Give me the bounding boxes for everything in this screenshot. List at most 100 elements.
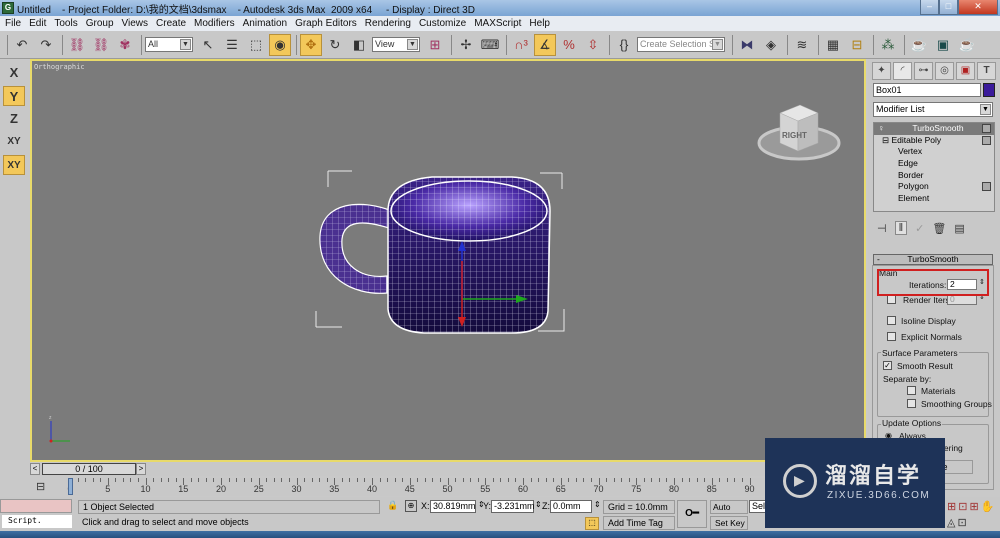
render-setup-icon[interactable]: ☕ [908,34,930,56]
show-end-result-icon[interactable]: ‖ [894,221,908,235]
pin-stack-icon[interactable]: ⊣ [877,222,887,235]
percent-snap-icon[interactable]: % [558,34,580,56]
select-object-icon[interactable]: ↖ [197,34,219,56]
stack-item-toggle[interactable] [982,182,991,192]
smoothing-groups-checkbox[interactable] [907,399,916,408]
menu-rendering[interactable]: Rendering [365,18,411,29]
utilities-tab-icon[interactable]: T [977,62,996,80]
render-iters-checkbox[interactable] [887,295,896,304]
select-and-manipulate-icon[interactable]: ✢ [455,34,477,56]
bind-spacewarp-icon[interactable]: ✾ [114,34,136,56]
axis-xy-flyout-button[interactable]: XY [3,155,25,175]
axis-z-button[interactable]: Z [3,109,25,129]
absolute-offset-mode-icon[interactable]: ⊕ [405,500,417,512]
maximize-button[interactable]: □ [939,0,958,15]
select-and-scale-icon[interactable]: ◧ [348,34,370,56]
track-bar[interactable]: 051015202530354045505560657075808590 [66,478,800,496]
minimize-button[interactable]: – [920,0,939,15]
window-crossing-icon[interactable]: ◉ [269,33,291,56]
lock-selection-icon[interactable]: 🔒 [387,500,398,511]
display-tab-icon[interactable]: ▣ [956,62,975,80]
align-icon[interactable]: ◈ [760,34,782,56]
y-coord-input[interactable]: -3.231mm [491,500,535,513]
layer-manager-icon[interactable]: ≋ [791,34,813,56]
zoom-extents-all-icon[interactable]: ⊡ [958,500,967,514]
time-tag-icon[interactable]: ⬚ [585,517,599,530]
material-editor-icon[interactable]: ⁂ [877,34,899,56]
menu-maxscript[interactable]: MAXScript [474,18,521,29]
select-and-rotate-icon[interactable]: ↻ [324,34,346,56]
zoom-region-icon[interactable]: ⊞ [969,500,978,514]
cup-handle[interactable] [319,203,393,294]
maxscript-listener-output[interactable] [0,499,72,513]
zoom-extents-icon[interactable]: ⊞ [947,500,956,514]
redo-icon[interactable]: ↷ [35,34,57,56]
orbit-icon[interactable]: ◬ [947,516,955,530]
axis-y-button[interactable]: Y [3,86,25,106]
modifier-list-dropdown[interactable]: Modifier List ▼ [873,102,993,117]
z-coord-spinner[interactable]: ⇕ [594,500,601,509]
z-coord-input[interactable]: 0.0mm [550,500,592,513]
mini-curve-editor-icon[interactable]: ⊟ [36,480,45,493]
angle-snap-icon[interactable]: ∡ [534,33,556,56]
auto-key-button[interactable]: Auto Key [710,500,748,524]
current-frame-marker[interactable] [68,478,73,495]
menu-group[interactable]: Group [86,18,114,29]
quick-render-icon[interactable]: ☕ [956,34,978,56]
create-tab-icon[interactable]: ✦ [872,62,891,80]
stack-item-editable-poly[interactable]: ⊟ Editable Poly [874,135,994,147]
hierarchy-tab-icon[interactable]: ⊶ [914,62,933,80]
axis-xy-button[interactable]: XY [3,132,25,152]
next-frame-button[interactable]: > [136,463,146,475]
cup-body[interactable] [387,176,551,334]
curve-editor-icon[interactable]: ▦ [822,34,844,56]
smooth-result-checkbox[interactable]: ✓ [883,361,892,370]
explicit-normals-checkbox[interactable] [887,332,896,341]
isoline-display-checkbox[interactable] [887,316,896,325]
mirror-icon[interactable]: ⧓ [736,34,758,56]
set-key-icon[interactable]: O━ [677,500,707,528]
expand-collapse-icon[interactable]: ⊟ [882,135,889,145]
stack-item-turbosmooth[interactable]: ♀ TurboSmooth [874,123,994,135]
stack-subobject-element[interactable]: Element [874,193,994,205]
lightbulb-icon[interactable]: ♀ [878,123,884,134]
time-slider[interactable]: < 0 / 100 > [30,462,866,476]
menu-edit[interactable]: Edit [29,18,46,29]
snaps-toggle-icon[interactable]: ∩³ [510,34,532,56]
pan-hand-icon[interactable]: ✋ [981,500,995,514]
named-selection-set-dropdown[interactable]: Create Selection Set ▼ [637,37,725,52]
axis-x-button[interactable]: X [3,63,25,83]
schematic-view-icon[interactable]: ⊟ [846,34,868,56]
stack-subobject-border[interactable]: Border [874,170,994,182]
keyboard-shortcut-override-icon[interactable]: ⌨ [479,34,501,56]
select-and-link-icon[interactable]: ⛓ [66,34,88,56]
menu-animation[interactable]: Animation [243,18,287,29]
add-time-tag-button[interactable]: Add Time Tag [603,516,675,530]
make-unique-icon[interactable]: ✓ [915,222,924,235]
stack-subobject-edge[interactable]: Edge [874,158,994,170]
unlink-selection-icon[interactable]: ⛓ [90,34,112,56]
menu-file[interactable]: File [5,18,21,29]
materials-checkbox[interactable] [907,386,916,395]
reference-coordinate-dropdown[interactable]: View ▼ [372,37,420,52]
rectangular-selection-icon[interactable]: ⬚ [245,34,267,56]
spinner-snap-icon[interactable]: ⇳ [582,34,604,56]
menu-create[interactable]: Create [156,18,186,29]
previous-frame-button[interactable]: < [30,463,40,475]
object-name-field[interactable]: Box01 [873,83,981,97]
set-key-button[interactable]: Set Key [710,516,748,530]
stack-item-toggle[interactable] [982,135,991,145]
menu-customize[interactable]: Customize [419,18,466,29]
motion-tab-icon[interactable]: ◎ [935,62,954,80]
edit-named-selection-icon[interactable]: {} [613,34,635,56]
stack-item-toggle[interactable] [982,124,991,133]
configure-modifier-sets-icon[interactable]: ▤ [954,222,964,235]
stack-subobject-polygon[interactable]: Polygon [874,181,994,193]
turbosmooth-rollout-header[interactable]: - TurboSmooth [873,254,993,265]
viewport-orthographic[interactable]: Orthographic z RIGHT [30,59,866,462]
selection-filter-dropdown[interactable]: All ▼ [145,37,193,52]
maximize-viewport-icon[interactable]: ⊡ [957,516,966,530]
menu-modifiers[interactable]: Modifiers [194,18,235,29]
viewcube[interactable]: RIGHT [754,101,844,171]
stack-subobject-vertex[interactable]: Vertex [874,146,994,158]
